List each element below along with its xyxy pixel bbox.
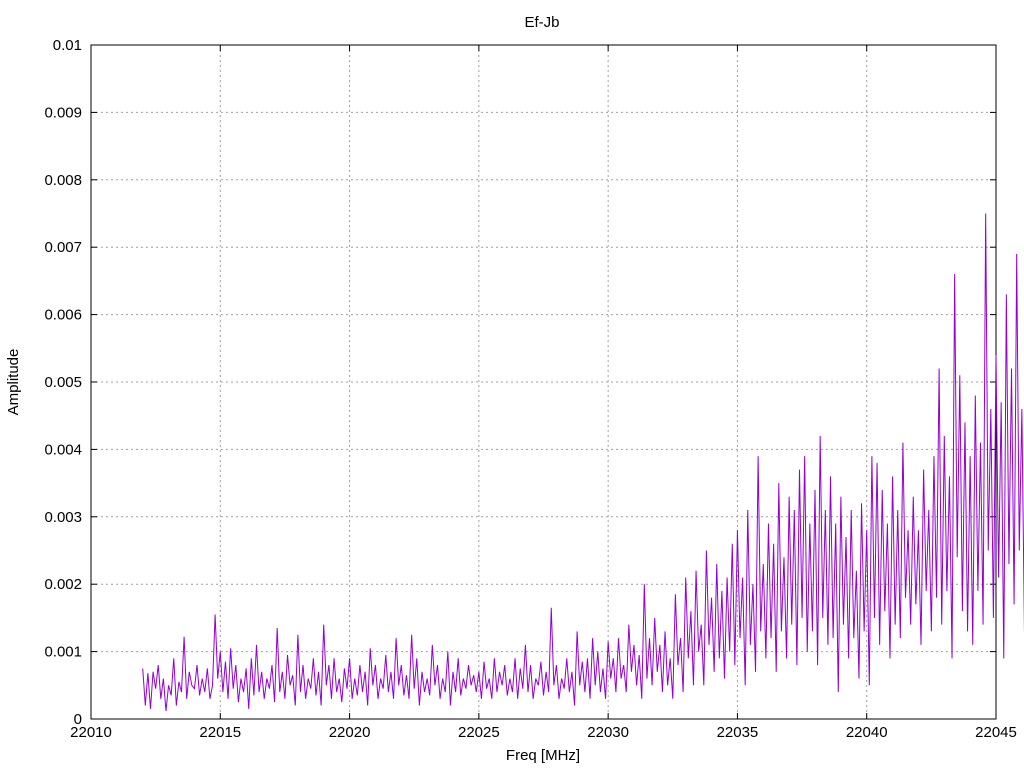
x-axis-tick-labels: 22010 22015 22020 22025 22030 22035 22040 22045 — [70, 724, 1017, 741]
y-tick-label: 0.007 — [44, 239, 82, 256]
y-tick-label: 0.004 — [44, 441, 82, 458]
y-axis-label: Amplitude — [5, 349, 22, 416]
y-tick-label: 0.006 — [44, 307, 82, 324]
y-tick-label: 0.008 — [44, 172, 82, 189]
x-tick-label: 22035 — [717, 724, 759, 741]
series-layer — [142, 213, 1024, 711]
x-tick-label: 22045 — [975, 724, 1017, 741]
y-tick-label: 0.009 — [44, 104, 82, 121]
y-tick-label: 0.005 — [44, 374, 82, 391]
x-tick-label: 22040 — [846, 724, 888, 741]
chart: Ef-Jb 22010 22015 22020 22025 22030 22035 2204… — [5, 14, 1024, 764]
chart-title: Ef-Jb — [524, 14, 559, 31]
y-tick-label: 0 — [74, 711, 82, 728]
y-tick-label: 0.003 — [44, 509, 82, 526]
y-tick-label: 0.001 — [44, 644, 82, 661]
x-tick-label: 22015 — [199, 724, 241, 741]
y-axis-tick-labels: 0 0.001 0.002 0.003 0.004 0.005 0.006 0.007 0.00… — [44, 37, 82, 728]
x-tick-label: 22030 — [587, 724, 629, 741]
x-tick-label: 22025 — [458, 724, 500, 741]
x-tick-label: 22020 — [329, 724, 371, 741]
y-tick-label: 0.002 — [44, 576, 82, 593]
x-axis-label: Freq [MHz] — [506, 747, 580, 764]
series-line-0 — [142, 213, 1024, 711]
y-tick-label: 0.01 — [53, 37, 82, 54]
